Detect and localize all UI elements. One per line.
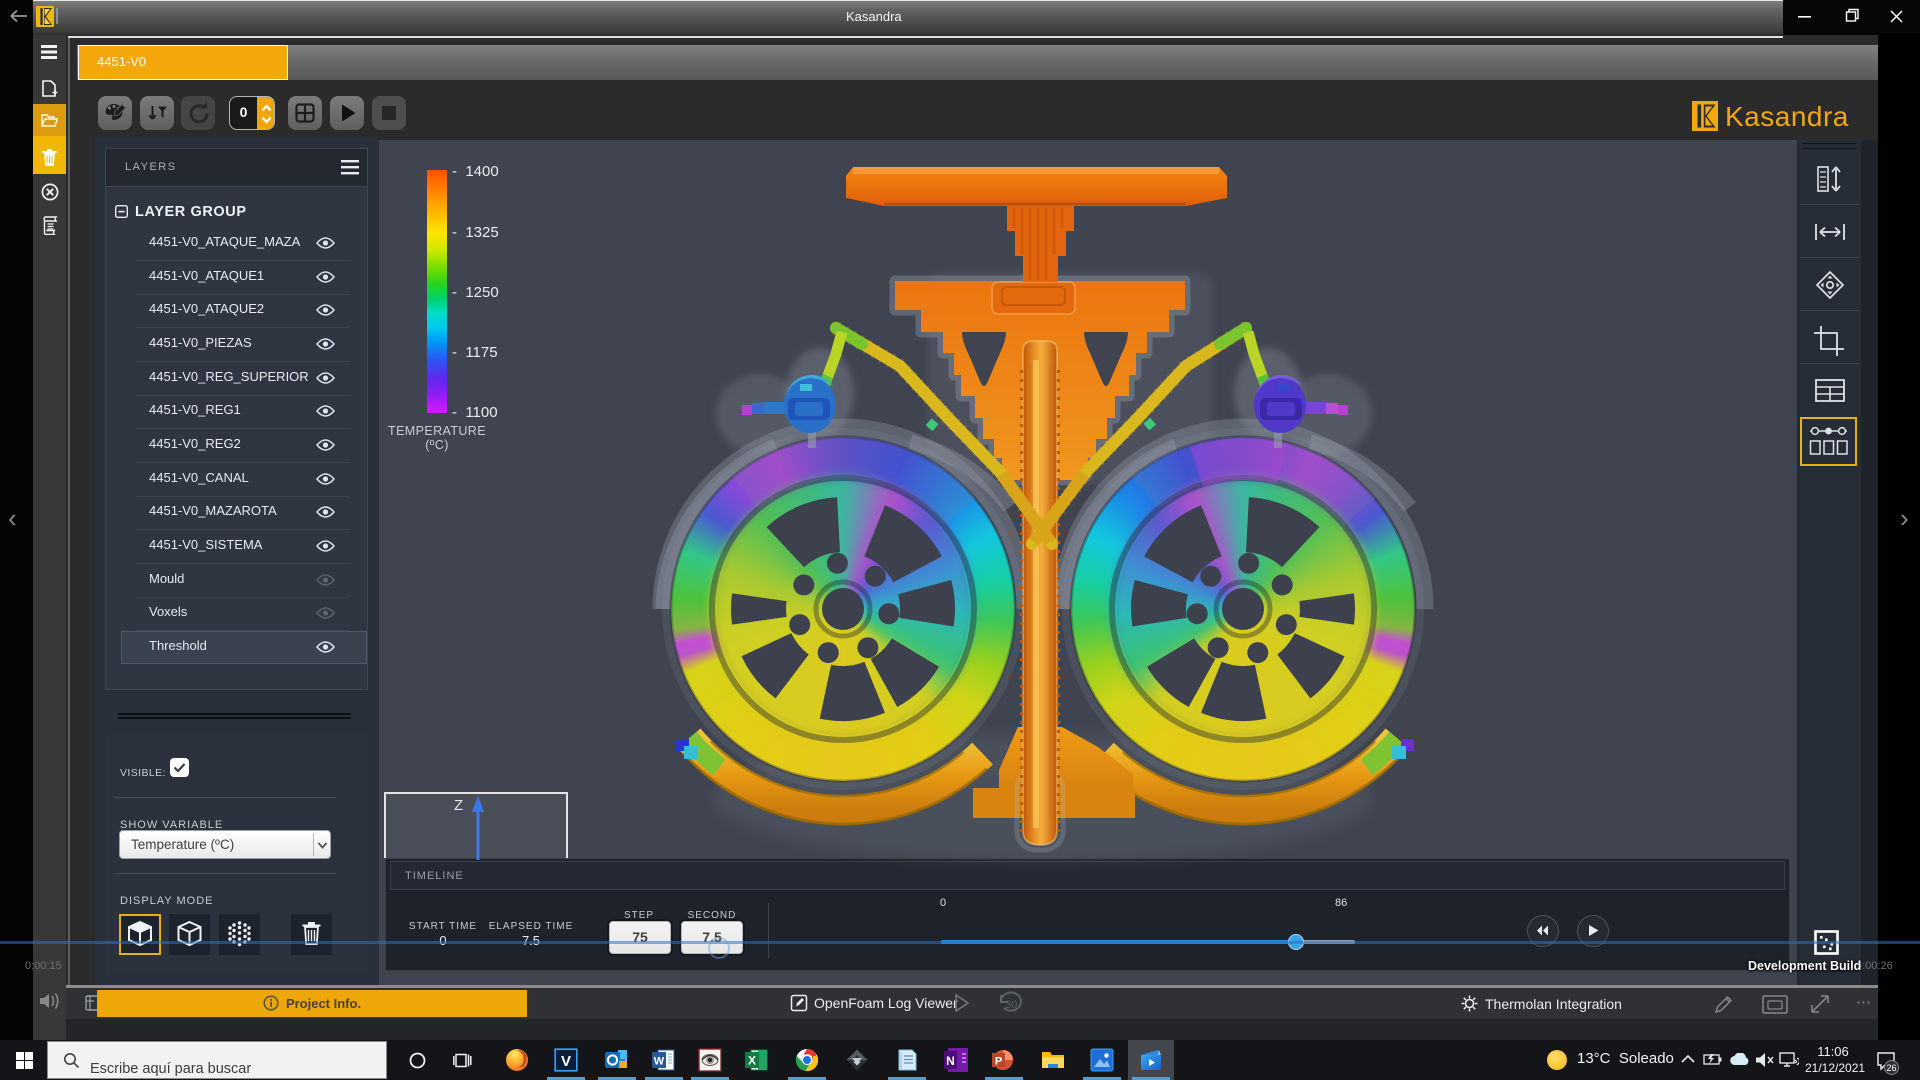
svg-text:X: X <box>748 1054 756 1068</box>
svg-text:P: P <box>995 1056 1002 1068</box>
svg-text:30: 30 <box>1005 999 1017 1011</box>
svg-text:Kasandra: Kasandra <box>1725 101 1849 132</box>
svg-text:V: V <box>561 1053 571 1070</box>
svg-text:N: N <box>946 1054 955 1068</box>
svg-text:W: W <box>654 1056 665 1068</box>
